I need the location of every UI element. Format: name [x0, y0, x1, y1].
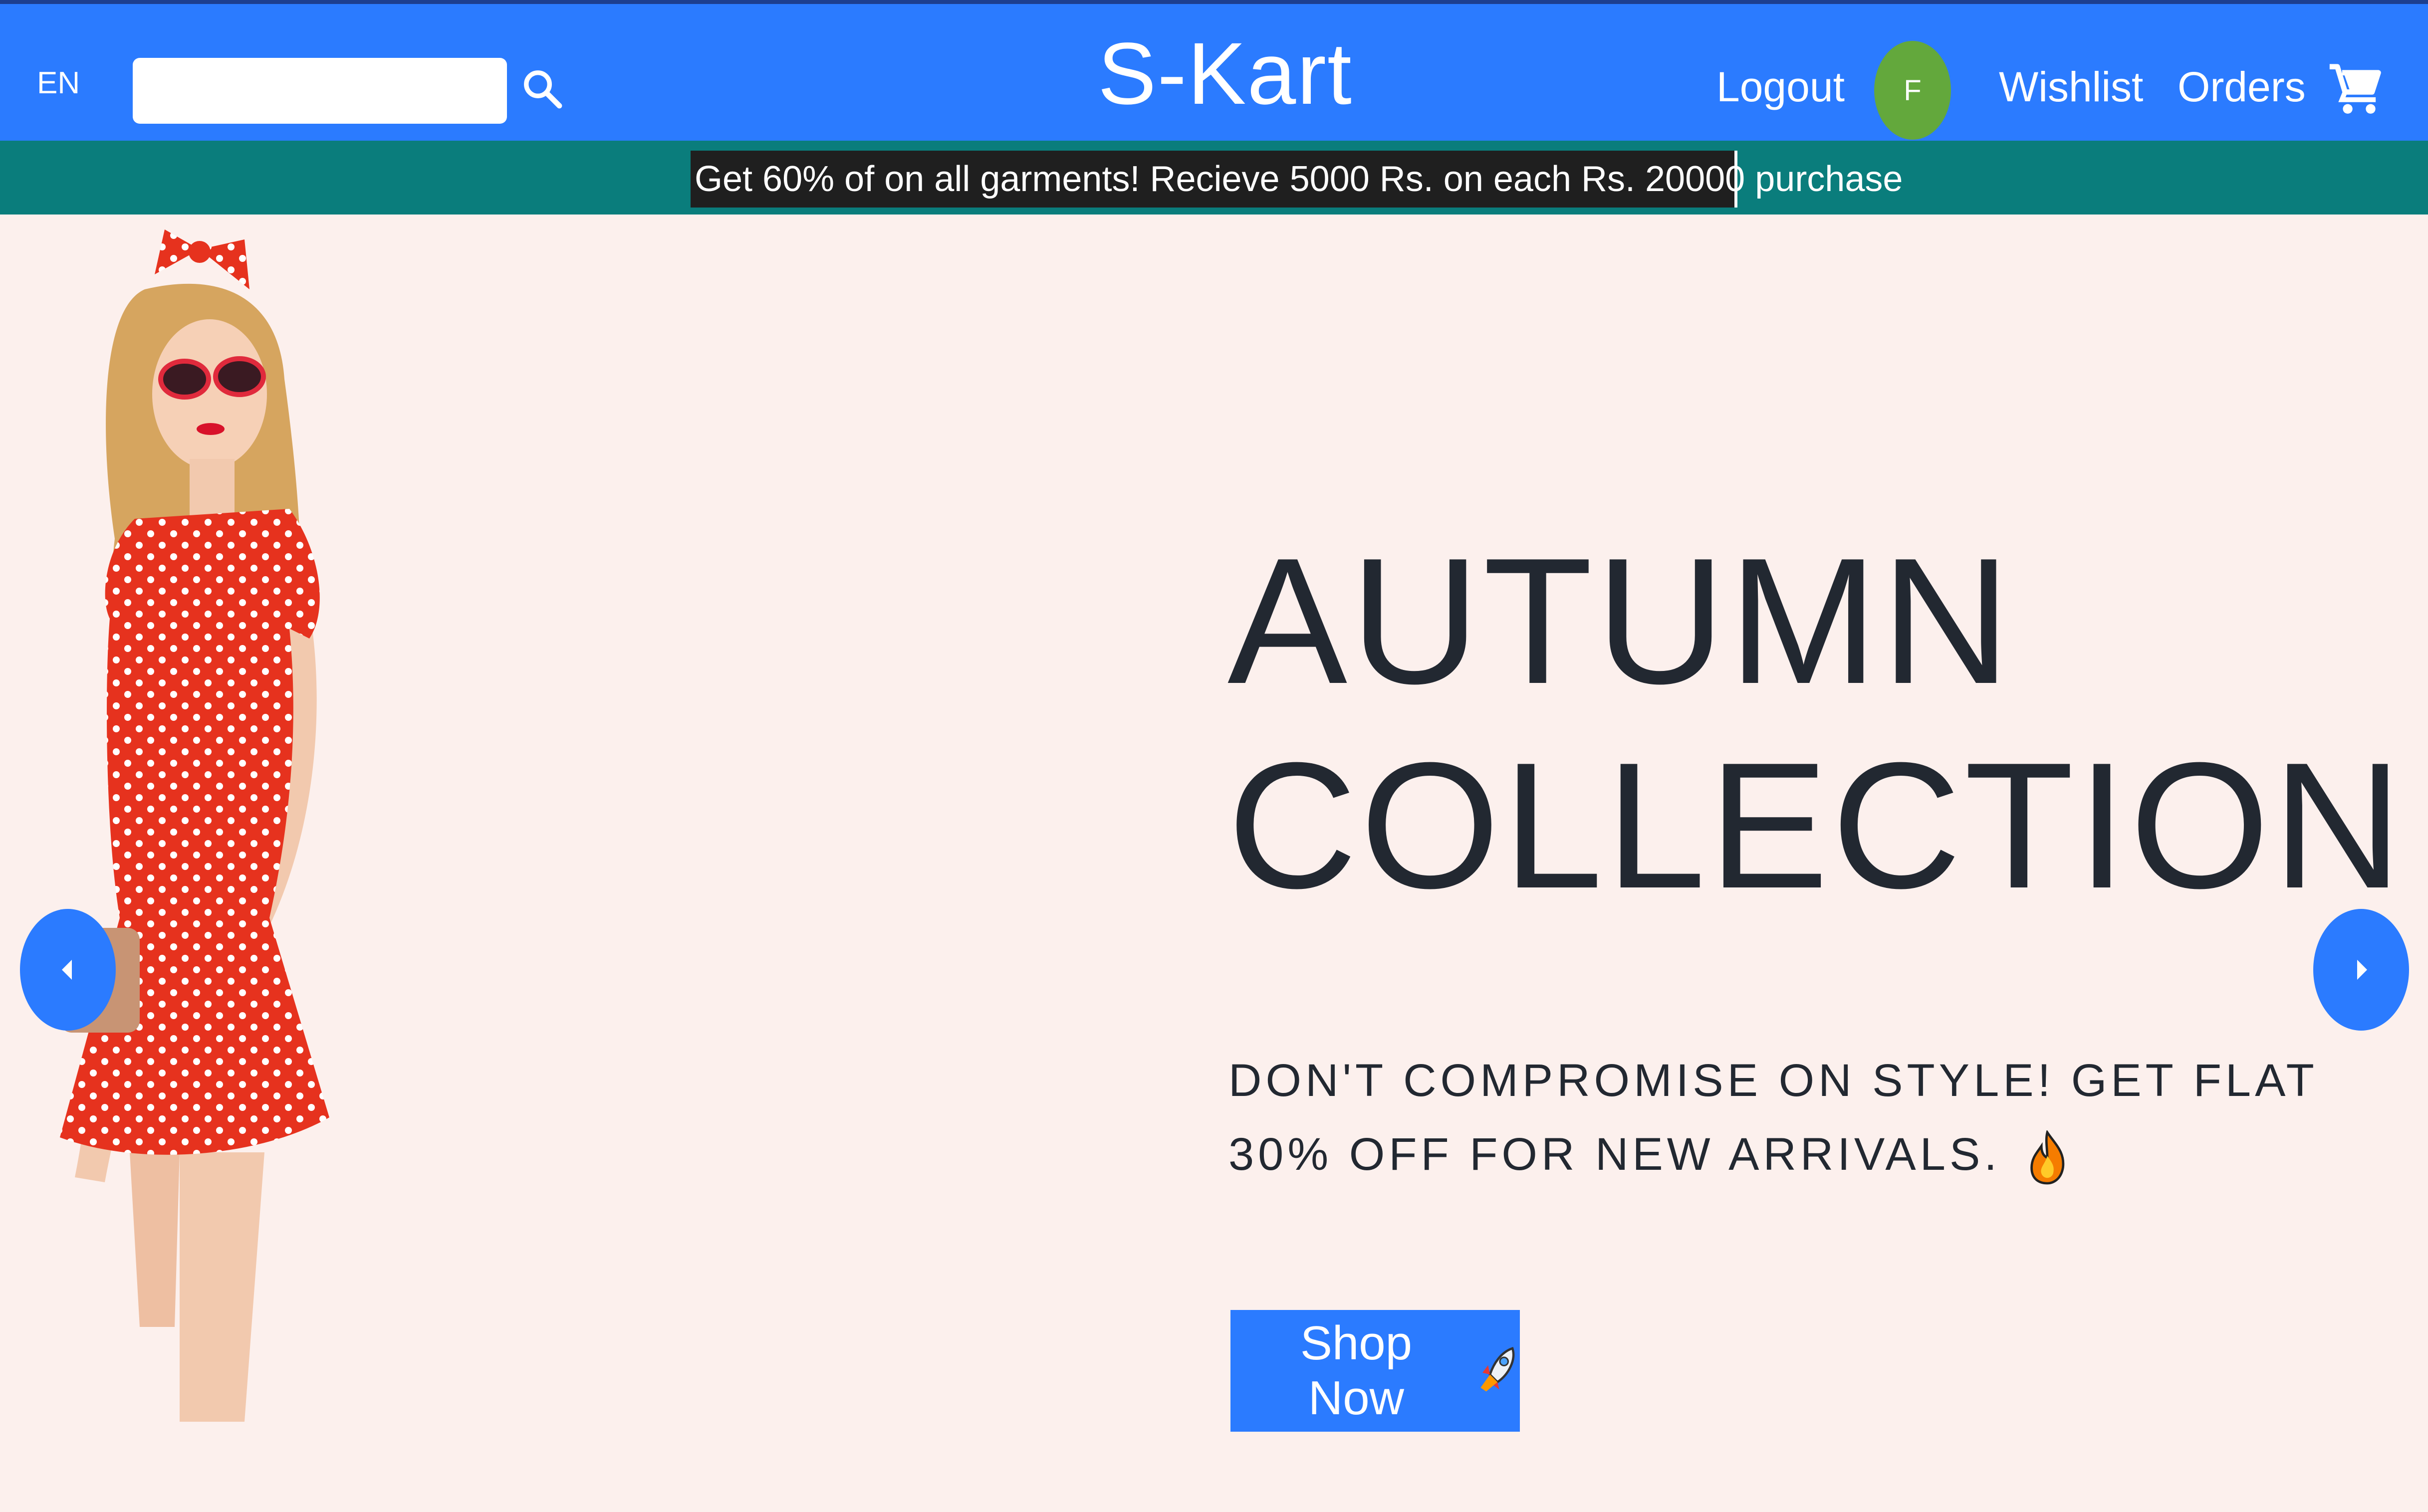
cart-icon[interactable] — [2327, 62, 2385, 120]
orders-link[interactable]: Orders — [2178, 66, 2306, 108]
hero-title: AUTUMN COLLECTION — [1227, 519, 2405, 928]
language-selector[interactable]: EN — [37, 68, 80, 99]
hero-title-line1: AUTUMN — [1227, 521, 2014, 721]
chevron-right-icon — [2357, 960, 2367, 980]
hero-subtitle: DON'T COMPROMISE ON STYLE! GET FLAT 30% … — [1228, 1044, 2371, 1191]
fire-icon — [2030, 1130, 2065, 1185]
search-icon[interactable] — [521, 65, 564, 113]
brand-logo[interactable]: S-Kart — [1098, 30, 1353, 118]
shop-now-button[interactable]: Shop Now — [1230, 1310, 1520, 1432]
avatar-initial: F — [1904, 74, 1922, 107]
hero-title-line2: COLLECTION — [1227, 725, 2406, 926]
shop-now-label: Shop Now — [1300, 1316, 1413, 1425]
carousel-prev-button[interactable] — [20, 909, 116, 1031]
offer-banner-text: Get 60% of on all garments! Recieve 5000… — [691, 151, 1903, 208]
rocket-icon — [1480, 1347, 1515, 1392]
carousel-next-button[interactable] — [2313, 909, 2409, 1031]
search-input[interactable] — [133, 58, 507, 124]
avatar[interactable]: F — [1874, 41, 1951, 140]
hero-model-image — [60, 229, 329, 1422]
wishlist-link[interactable]: Wishlist — [1999, 66, 2143, 108]
logout-link[interactable]: Logout — [1716, 66, 1845, 108]
hero-subtitle-text: DON'T COMPROMISE ON STYLE! GET FLAT 30% … — [1228, 1055, 2318, 1180]
navbar: EN S-Kart Logout F Wishlist Orders — [0, 0, 2428, 141]
chevron-left-icon — [62, 960, 72, 980]
